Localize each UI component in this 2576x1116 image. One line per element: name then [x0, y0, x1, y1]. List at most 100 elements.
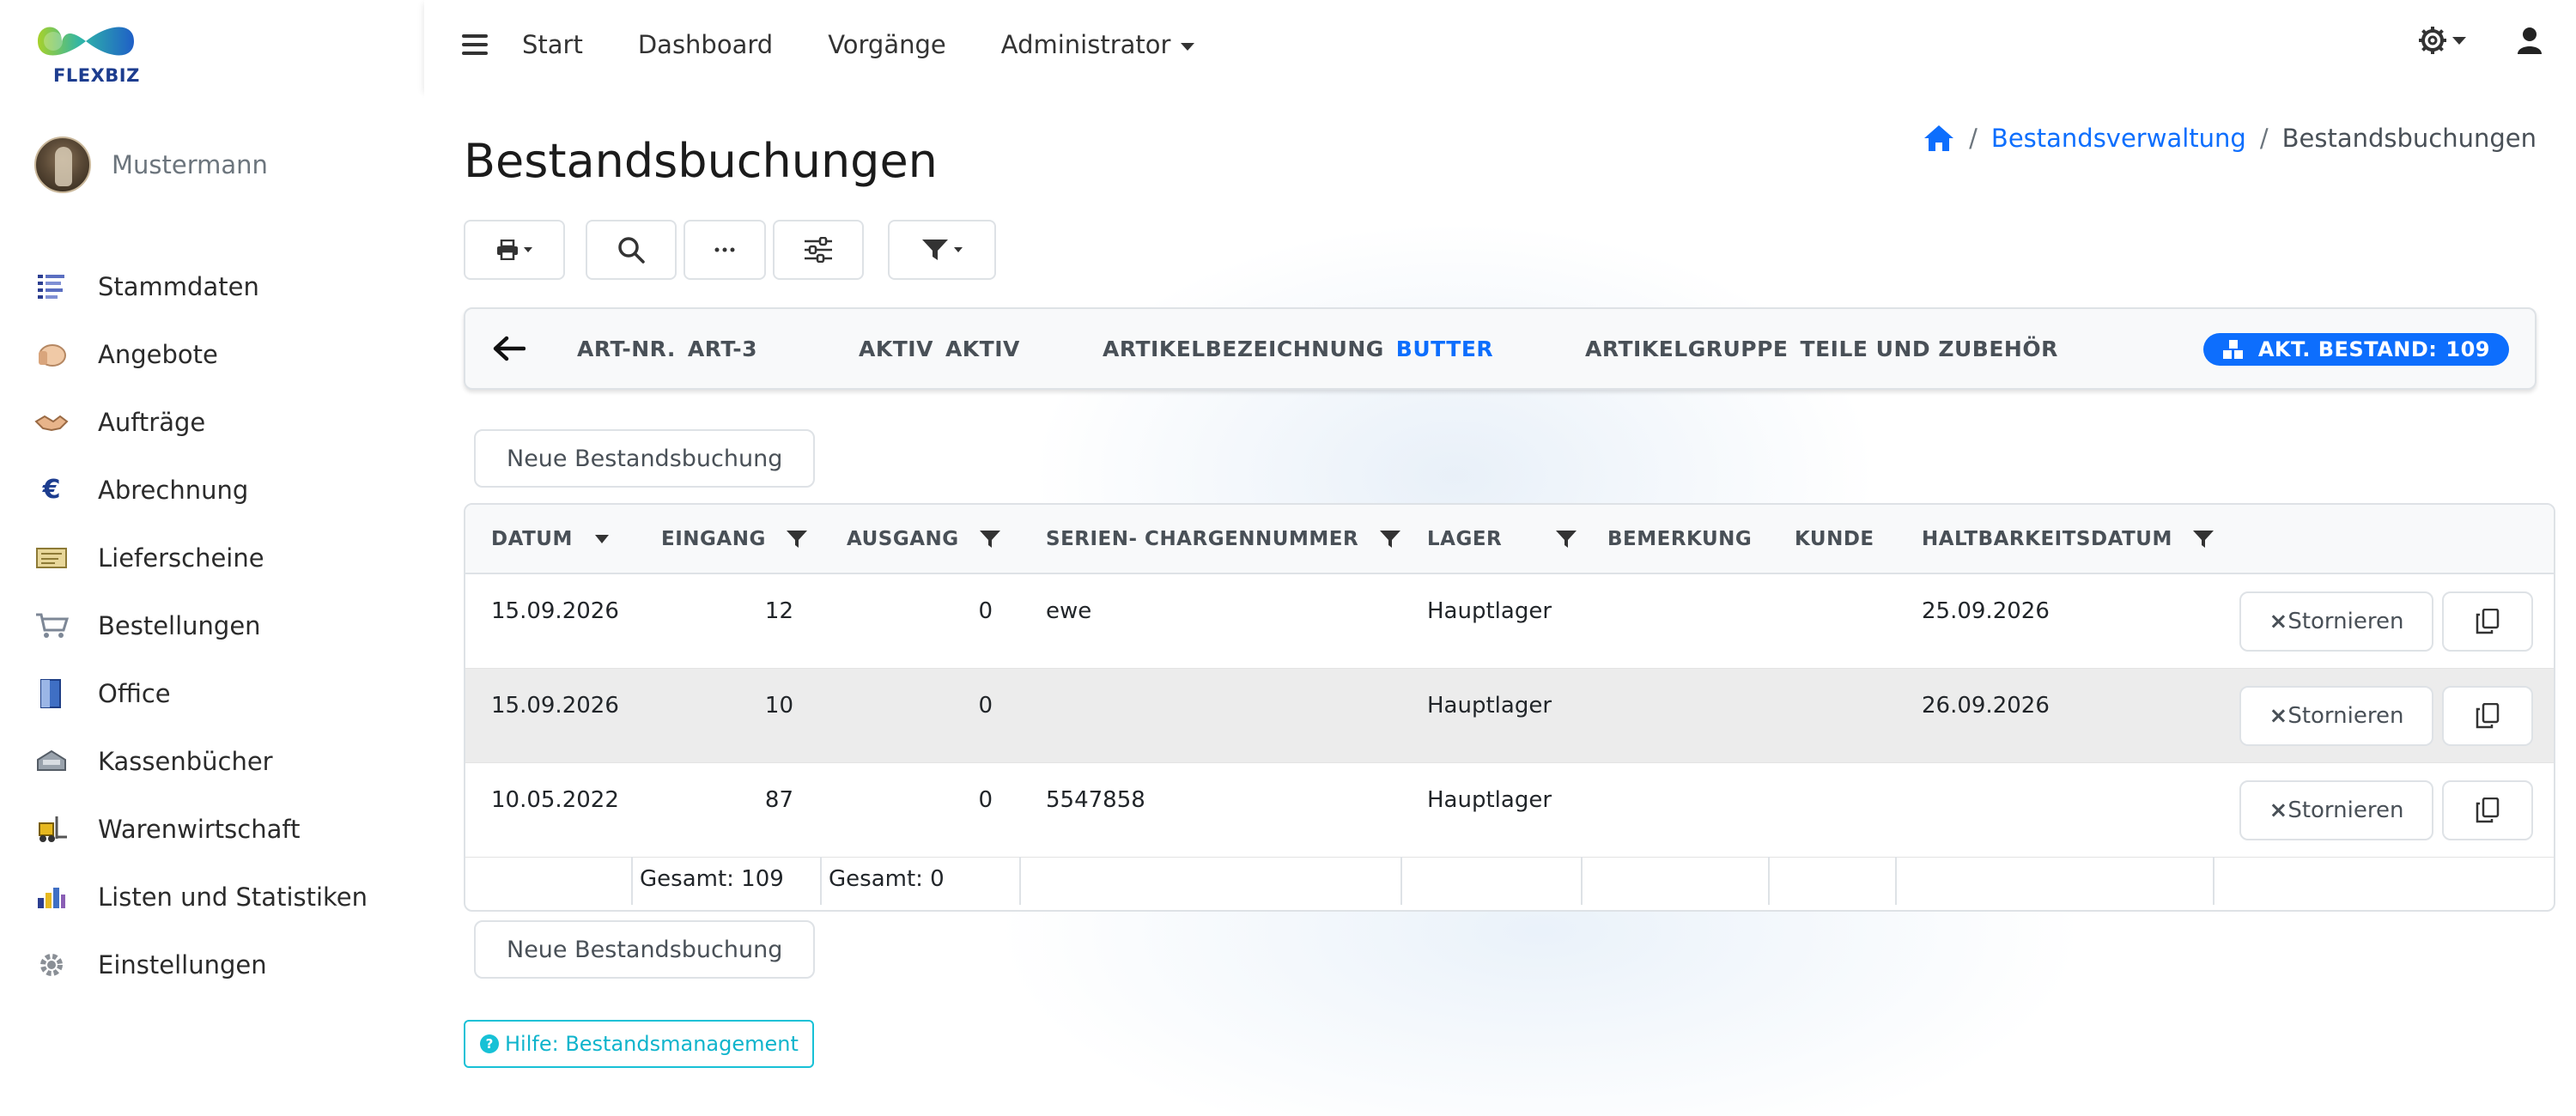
user-icon[interactable] — [2518, 27, 2542, 54]
table-row: 15.09.2026 12 0 ewe Hauptlager 25.09.202… — [465, 573, 2554, 669]
storno-button[interactable]: × Stornieren — [2239, 779, 2433, 840]
sidebar-item-label: Einstellungen — [98, 949, 267, 980]
cell-datum: 10.05.2022 — [465, 762, 632, 858]
sidebar-item-bestellungen[interactable]: Bestellungen — [34, 591, 412, 659]
nav-administrator-dropdown[interactable]: Administrator — [1001, 30, 1195, 59]
cell-haltbarkeit: 25.09.2026 — [1896, 573, 2214, 669]
filter-dropdown-button[interactable] — [888, 220, 996, 280]
sidebar-item-einstellungen[interactable]: Einstellungen — [34, 931, 412, 998]
storno-button[interactable]: × Stornieren — [2239, 591, 2433, 652]
bar-chart-icon — [34, 880, 69, 914]
column-header-eingang[interactable]: EINGANG — [632, 505, 821, 574]
hand-icon — [34, 337, 69, 372]
stock-badge: AKT. BESTAND: 109 — [2202, 333, 2509, 366]
sidebar-item-listen-statistiken[interactable]: Listen und Statistiken — [34, 863, 412, 931]
aktiv-label: AKTIV — [859, 337, 933, 361]
search-button[interactable] — [586, 220, 677, 280]
breadcrumb-link-bestandsverwaltung[interactable]: Bestandsverwaltung — [1991, 124, 2246, 153]
filter-icon[interactable] — [980, 530, 1001, 549]
copy-button[interactable] — [2442, 779, 2533, 840]
sidebar-item-label: Lieferscheine — [98, 543, 264, 573]
delivery-note-icon — [34, 541, 69, 575]
brand-logo[interactable]: FLEXBIZ — [34, 15, 139, 89]
hamburger-menu-icon[interactable] — [462, 34, 488, 55]
sidebar-item-lieferscheine[interactable]: Lieferscheine — [34, 524, 412, 591]
home-icon[interactable] — [1923, 124, 1955, 153]
column-header-bemerkung[interactable]: BEMERKUNG — [1582, 505, 1769, 574]
boxes-icon — [2222, 340, 2243, 359]
copy-button[interactable] — [2442, 591, 2533, 652]
cell-bemerkung — [1582, 668, 1769, 763]
sidebar-item-warenwirtschaft[interactable]: Warenwirtschaft — [34, 795, 412, 863]
artikelgruppe-label: ARTIKELGRUPPE — [1585, 337, 1789, 361]
storno-button[interactable]: × Stornieren — [2239, 685, 2433, 746]
sidebar-item-kassenbuecher[interactable]: Kassenbücher — [34, 727, 412, 795]
cell-serie — [1020, 668, 1401, 763]
euro-icon: € — [42, 475, 61, 505]
help-label: Hilfe: Bestandsmanagement — [505, 1032, 799, 1056]
aktiv-value: AKTIV — [945, 337, 1020, 361]
nav-start[interactable]: Start — [522, 30, 583, 59]
aktiv-field: AKTIV AKTIV — [859, 337, 1020, 361]
art-nr-value: ART-3 — [687, 337, 758, 361]
total-cell-empty — [1020, 857, 1402, 905]
sliders-icon — [805, 237, 832, 263]
help-button[interactable]: ? Hilfe: Bestandsmanagement — [464, 1020, 814, 1068]
back-arrow-icon[interactable] — [491, 336, 529, 361]
filter-icon[interactable] — [787, 530, 808, 549]
column-header-datum[interactable]: DATUM — [465, 505, 632, 574]
print-dropdown-button[interactable] — [464, 220, 565, 280]
table-totals-row: Gesamt: 109 Gesamt: 0 — [465, 857, 2554, 905]
artikelbezeichnung-value[interactable]: BUTTER — [1396, 337, 1493, 361]
table-row: 15.09.2026 10 0 Hauptlager 26.09.2026 × S… — [465, 668, 2554, 763]
total-eingang: Gesamt: 109 — [632, 857, 822, 905]
office-icon — [34, 676, 69, 711]
sidebar-item-stammdaten[interactable]: Stammdaten — [34, 252, 412, 320]
new-booking-button-top[interactable]: Neue Bestandsbuchung — [474, 429, 816, 488]
more-options-button[interactable] — [683, 220, 766, 280]
total-cell-empty — [2214, 857, 2554, 905]
total-cell-empty — [1769, 857, 1897, 905]
cell-haltbarkeit — [1896, 762, 2214, 858]
breadcrumb-separator: / — [1969, 124, 1978, 153]
close-icon: × — [2269, 609, 2288, 634]
filter-icon[interactable] — [2193, 530, 2215, 549]
sidebar-item-abrechnung[interactable]: € Abrechnung — [34, 456, 412, 524]
cell-datum: 15.09.2026 — [465, 573, 632, 669]
column-header-kunde[interactable]: KUNDE — [1769, 505, 1896, 574]
cell-kunde — [1769, 762, 1896, 858]
sidebar-item-auftraege[interactable]: Aufträge — [34, 388, 412, 456]
cell-bemerkung — [1582, 762, 1769, 858]
nav-vorgaenge[interactable]: Vorgänge — [828, 30, 946, 59]
user-profile[interactable]: Mustermann — [34, 136, 268, 194]
total-cell-empty — [465, 857, 633, 905]
cell-haltbarkeit: 26.09.2026 — [1896, 668, 2214, 763]
new-booking-button-bottom[interactable]: Neue Bestandsbuchung — [474, 920, 816, 979]
filter-icon[interactable] — [1555, 530, 1577, 549]
filter-icon — [922, 240, 948, 260]
column-header-serien-chargennummer[interactable]: SERIEN- CHARGENNUMMER — [1020, 505, 1401, 574]
settings-dropdown[interactable] — [2418, 26, 2466, 55]
list-icon — [34, 270, 69, 304]
stock-value: 109 — [2445, 337, 2490, 361]
sidebar-item-label: Angebote — [98, 339, 218, 369]
sidebar-item-label: Kassenbücher — [98, 746, 273, 776]
sort-down-icon[interactable] — [595, 535, 610, 543]
sidebar-item-office[interactable]: Office — [34, 659, 412, 727]
column-settings-button[interactable] — [773, 220, 864, 280]
total-cell-empty — [1582, 857, 1770, 905]
column-header-ausgang[interactable]: AUSGANG — [821, 505, 1020, 574]
sidebar-item-angebote[interactable]: Angebote — [34, 320, 412, 388]
nav-dashboard[interactable]: Dashboard — [638, 30, 773, 59]
breadcrumb-current: Bestandsbuchungen — [2281, 124, 2537, 153]
cash-register-icon — [34, 744, 69, 779]
column-header-lager[interactable]: LAGER — [1401, 505, 1582, 574]
cell-bemerkung — [1582, 573, 1769, 669]
avatar[interactable] — [34, 136, 91, 193]
printer-icon — [497, 240, 518, 260]
cell-eingang: 10 — [632, 668, 821, 763]
filter-icon[interactable] — [1379, 530, 1400, 549]
column-header-haltbarkeitsdatum[interactable]: HALTBARKEITSDATUM — [1896, 505, 2215, 574]
page-title: Bestandsbuchungen — [464, 134, 938, 188]
copy-button[interactable] — [2442, 685, 2533, 746]
